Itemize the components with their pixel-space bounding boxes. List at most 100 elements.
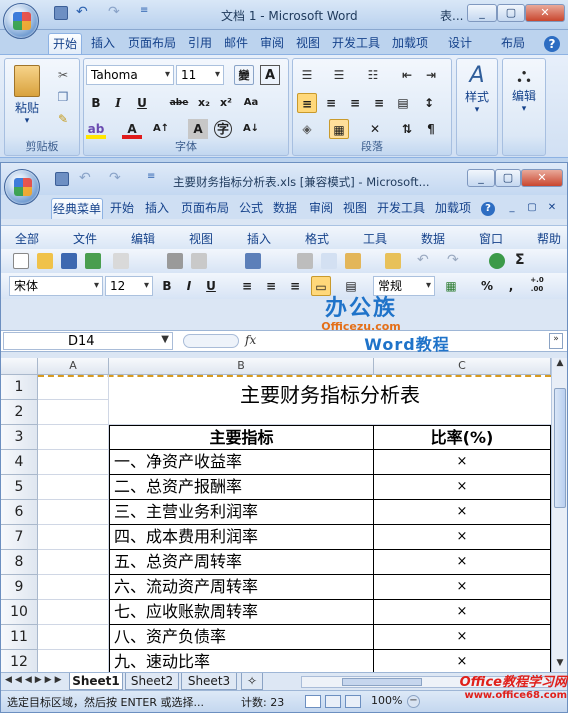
comma-button[interactable]: ,: [501, 276, 521, 296]
row-header[interactable]: 2: [1, 400, 38, 425]
excel-maximize-button[interactable]: ▢: [495, 169, 521, 187]
excel-undo-icon[interactable]: ↶: [79, 171, 93, 185]
tab-view[interactable]: 视图: [292, 33, 324, 54]
row-header[interactable]: 12: [1, 650, 38, 672]
header-ratio[interactable]: 比率(%): [374, 425, 551, 450]
multilevel-list-icon[interactable]: ☷: [363, 65, 383, 85]
scroll-up-icon[interactable]: ▲: [554, 358, 566, 372]
align-right-icon[interactable]: ≡: [345, 93, 365, 113]
enclose-char-button[interactable]: 字: [214, 120, 232, 138]
copy-toolbar-icon[interactable]: [321, 253, 337, 269]
maximize-button[interactable]: ▢: [497, 4, 525, 22]
cell-a[interactable]: [38, 400, 109, 425]
paste-toolbar-icon[interactable]: [345, 253, 361, 269]
formula-expand-button[interactable]: »: [549, 333, 563, 349]
shading-icon[interactable]: ◈: [297, 119, 317, 139]
row-header[interactable]: 6: [1, 500, 38, 525]
open-icon[interactable]: [37, 253, 53, 269]
close-button[interactable]: ✕: [525, 4, 565, 22]
editing-button[interactable]: ⛬ 编辑 ▾: [505, 63, 543, 114]
column-header-a[interactable]: A: [38, 358, 109, 375]
print-icon[interactable]: [167, 253, 183, 269]
excel-tab-formulas[interactable]: 公式: [235, 198, 267, 219]
name-box-dropdown-icon[interactable]: ▼: [161, 334, 169, 345]
cell-a[interactable]: [38, 650, 109, 672]
char-border-icon[interactable]: A: [260, 65, 280, 85]
worksheet-grid[interactable]: A B C 1 主要财务指标分析表 2 3 主要指标 比率(%) 4 一、净资产收益率 × 5 二、…: [1, 358, 551, 672]
menu-edit[interactable]: 编辑: [131, 230, 155, 247]
excel-save-icon[interactable]: [55, 172, 69, 186]
indicator-cell[interactable]: 一、净资产收益率: [109, 450, 374, 475]
font-color-button[interactable]: A: [122, 119, 142, 139]
italic-button[interactable]: I: [108, 93, 128, 113]
excel-close-button[interactable]: ✕: [521, 169, 563, 187]
excel-redo-icon[interactable]: ↷: [109, 171, 123, 185]
tab-developer[interactable]: 开发工具: [328, 33, 384, 54]
ribbon-min-icon[interactable]: _: [505, 198, 519, 219]
column-header-b[interactable]: B: [109, 358, 374, 375]
page-break-view-icon[interactable]: [345, 695, 361, 708]
spelling-icon[interactable]: [245, 253, 261, 269]
line-spacing-icon[interactable]: ↕: [419, 93, 439, 113]
cell-a[interactable]: [38, 625, 109, 650]
sort-icon[interactable]: ⇅: [397, 119, 417, 139]
grow-font-button[interactable]: A↑: [150, 119, 172, 139]
scroll-down-icon[interactable]: ▼: [554, 658, 566, 672]
excel-tab-view[interactable]: 视图: [339, 198, 371, 219]
cell-a[interactable]: [38, 550, 109, 575]
align-center-icon[interactable]: ≡: [321, 93, 341, 113]
tab-mailings[interactable]: 邮件: [220, 33, 252, 54]
normal-view-icon[interactable]: [305, 695, 321, 708]
menu-insert[interactable]: 插入: [247, 230, 271, 247]
cut-icon[interactable]: ✂: [53, 65, 73, 85]
ratio-cell[interactable]: ×: [374, 650, 551, 672]
excel-font-size-select[interactable]: 12: [105, 276, 153, 296]
cell-a[interactable]: [38, 600, 109, 625]
sheet-title-cell[interactable]: 主要财务指标分析表: [109, 375, 551, 425]
tab-design[interactable]: 设计: [440, 33, 480, 54]
indicator-cell[interactable]: 七、应收账款周转率: [109, 600, 374, 625]
phonetic-guide-icon[interactable]: 變: [234, 65, 254, 85]
excel-bold-button[interactable]: B: [157, 276, 177, 296]
tab-home[interactable]: 开始: [48, 33, 82, 54]
indicator-cell[interactable]: 六、流动资产周转率: [109, 575, 374, 600]
vertical-scrollbar[interactable]: ▲ ▼: [551, 358, 567, 672]
insert-function-icon[interactable]: fx: [245, 333, 256, 347]
email-icon[interactable]: [113, 253, 129, 269]
ratio-cell[interactable]: ×: [374, 475, 551, 500]
cell-a[interactable]: [38, 475, 109, 500]
format-painter-icon[interactable]: ✎: [53, 109, 73, 129]
decrease-indent-icon[interactable]: ⇤: [397, 65, 417, 85]
name-box[interactable]: D14 ▼: [3, 332, 173, 350]
excel-tab-developer[interactable]: 开发工具: [373, 198, 429, 219]
sheet-tab-1[interactable]: Sheet1: [69, 673, 123, 690]
toolbar-redo-icon[interactable]: ↷: [447, 253, 463, 269]
ratio-cell[interactable]: ×: [374, 550, 551, 575]
decimals-button[interactable]: +.0 .00: [525, 276, 549, 296]
highlight-color-button[interactable]: ab: [86, 119, 106, 139]
tab-classic-menu[interactable]: 经典菜单: [51, 198, 103, 219]
indicator-cell[interactable]: 八、资产负债率: [109, 625, 374, 650]
ratio-cell[interactable]: ×: [374, 625, 551, 650]
borders-icon[interactable]: ▦: [329, 119, 349, 139]
align-left-icon[interactable]: ≡: [297, 93, 317, 113]
copy-icon[interactable]: ❐: [53, 87, 73, 107]
ribbon-restore-icon[interactable]: ▢: [525, 198, 539, 219]
row-header[interactable]: 9: [1, 575, 38, 600]
menu-file[interactable]: 文件: [73, 230, 97, 247]
ratio-cell[interactable]: ×: [374, 575, 551, 600]
tab-review[interactable]: 审阅: [256, 33, 288, 54]
excel-minimize-button[interactable]: _: [467, 169, 495, 187]
formula-expand-icon[interactable]: [183, 334, 239, 348]
new-icon[interactable]: [13, 253, 29, 269]
office-button[interactable]: [3, 3, 39, 39]
sheet-tab-2[interactable]: Sheet2: [125, 673, 179, 690]
column-header-c[interactable]: C: [374, 358, 551, 375]
indicator-cell[interactable]: 五、总资产周转率: [109, 550, 374, 575]
excel-help-icon[interactable]: ?: [481, 202, 495, 216]
styles-button[interactable]: A 样式 ▾: [459, 63, 495, 115]
indicator-cell[interactable]: 二、总资产报酬率: [109, 475, 374, 500]
excel-office-button[interactable]: [4, 169, 40, 205]
scroll-thumb[interactable]: [554, 388, 566, 508]
indicator-cell[interactable]: 四、成本费用利润率: [109, 525, 374, 550]
